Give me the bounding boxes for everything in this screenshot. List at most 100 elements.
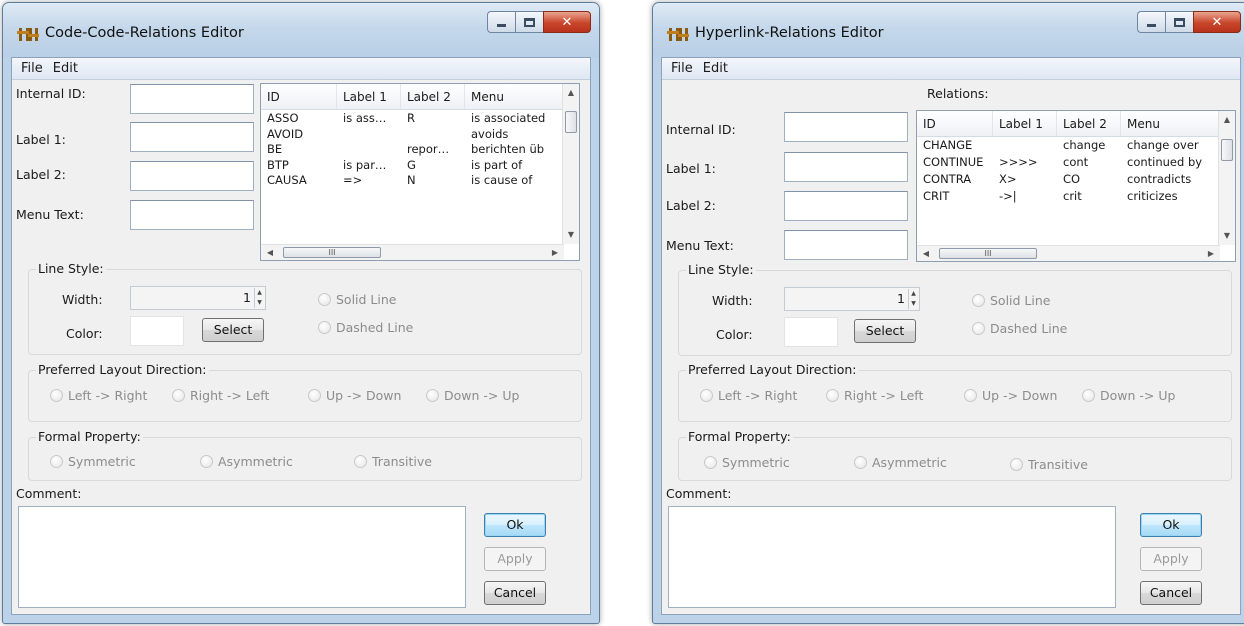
column-header-id[interactable]: ID — [261, 84, 337, 109]
width-spinner[interactable]: 1 ▲ ▼ — [784, 287, 920, 311]
table-row[interactable]: CONTINUE >>>> cont continued by — [917, 155, 1220, 172]
spin-up-icon[interactable]: ▲ — [255, 288, 264, 298]
left-right-radio[interactable]: Left -> Right — [700, 388, 797, 403]
table-row[interactable]: CONTRA X> CO contradicts — [917, 172, 1220, 189]
relations-table[interactable]: ID Label 1 Label 2 Menu CHANGE change ch… — [916, 110, 1236, 262]
layout-direction-title: Preferred Layout Direction: — [686, 362, 859, 377]
spin-down-icon[interactable]: ▼ — [909, 299, 918, 309]
label2-label: Label 2: — [16, 167, 66, 182]
symmetric-radio[interactable]: Symmetric — [704, 455, 790, 470]
color-swatch[interactable] — [130, 316, 184, 346]
scroll-down-icon[interactable]: ▼ — [1219, 228, 1235, 244]
column-header-id[interactable]: ID — [917, 111, 993, 136]
comment-textarea[interactable] — [18, 506, 466, 608]
horizontal-scrollbar[interactable]: ◀ III ▶ — [261, 244, 564, 260]
transitive-radio[interactable]: Transitive — [1010, 457, 1088, 472]
vertical-scrollbar[interactable]: ▲ ▼ — [1218, 111, 1235, 245]
symmetric-radio[interactable]: Symmetric — [50, 454, 136, 469]
right-left-label: Right -> Left — [844, 388, 924, 403]
horizontal-scrollbar[interactable]: ◀ III ▶ — [917, 245, 1220, 261]
column-header-label1[interactable]: Label 1 — [337, 84, 401, 109]
vertical-scroll-thumb[interactable] — [1221, 139, 1233, 161]
line-style-group — [678, 270, 1232, 356]
table-row[interactable]: BTP is par… G is part of — [261, 158, 564, 174]
menu-file[interactable]: File — [16, 61, 48, 76]
maximize-button[interactable] — [1165, 11, 1193, 33]
ok-button[interactable]: Ok — [484, 513, 546, 537]
maximize-button[interactable] — [515, 11, 543, 33]
select-color-button[interactable]: Select — [854, 319, 916, 343]
label2-field[interactable] — [784, 191, 908, 221]
asymmetric-radio[interactable]: Asymmetric — [200, 454, 293, 469]
column-header-label1[interactable]: Label 1 — [993, 111, 1057, 136]
apply-button[interactable]: Apply — [484, 547, 546, 571]
table-row[interactable]: CHANGE change change over — [917, 138, 1220, 155]
transitive-radio[interactable]: Transitive — [354, 454, 432, 469]
minimize-button[interactable] — [1137, 11, 1165, 33]
column-header-menu[interactable]: Menu — [1121, 111, 1220, 136]
table-row[interactable]: CAUSA => N is cause of — [261, 173, 564, 189]
right-left-radio[interactable]: Right -> Left — [172, 388, 269, 403]
table-row[interactable]: CRIT ->| crit criticizes — [917, 189, 1220, 206]
scroll-right-icon[interactable]: ▶ — [547, 245, 563, 260]
scroll-left-icon[interactable]: ◀ — [262, 245, 278, 260]
dashed-line-radio[interactable]: Dashed Line — [318, 320, 413, 335]
solid-line-radio[interactable]: Solid Line — [972, 293, 1051, 308]
label2-field[interactable] — [130, 161, 254, 191]
asymmetric-radio[interactable]: Asymmetric — [854, 455, 947, 470]
cancel-button[interactable]: Cancel — [484, 581, 546, 605]
comment-textarea[interactable] — [668, 506, 1116, 608]
column-header-menu[interactable]: Menu — [465, 84, 564, 109]
vertical-scroll-thumb[interactable] — [565, 111, 577, 133]
select-color-button[interactable]: Select — [202, 318, 264, 342]
column-header-label2[interactable]: Label 2 — [401, 84, 465, 109]
scroll-down-icon[interactable]: ▼ — [563, 227, 579, 243]
cancel-button[interactable]: Cancel — [1140, 581, 1202, 605]
column-header-label2[interactable]: Label 2 — [1057, 111, 1121, 136]
menu-text-field[interactable] — [784, 230, 908, 260]
label1-field[interactable] — [784, 152, 908, 182]
horizontal-scroll-thumb[interactable]: III — [283, 247, 381, 258]
table-row[interactable]: BE repor… berichten üb — [261, 142, 564, 158]
close-button[interactable]: ✕ — [1193, 11, 1241, 33]
scroll-left-icon[interactable]: ◀ — [918, 246, 934, 261]
minimize-button[interactable] — [487, 11, 515, 33]
table-row[interactable]: AVOID avoids — [261, 127, 564, 143]
internal-id-field[interactable] — [130, 84, 254, 114]
solid-line-radio[interactable]: Solid Line — [318, 292, 397, 307]
spinner-arrows[interactable]: ▲ ▼ — [908, 289, 918, 309]
internal-id-field[interactable] — [784, 112, 908, 142]
horizontal-scroll-thumb[interactable]: III — [939, 248, 1037, 259]
spin-down-icon[interactable]: ▼ — [255, 298, 264, 308]
title-bar[interactable]: Code-Code-Relations Editor ✕ — [3, 3, 599, 57]
up-down-radio[interactable]: Up -> Down — [964, 388, 1057, 403]
table-row[interactable]: ASSO is ass… R is associated — [261, 111, 564, 127]
right-left-radio[interactable]: Right -> Left — [826, 388, 923, 403]
cell-label1: is ass… — [343, 111, 387, 125]
menu-edit[interactable]: Edit — [48, 61, 83, 76]
menu-edit[interactable]: Edit — [698, 61, 733, 76]
ok-button[interactable]: Ok — [1140, 513, 1202, 537]
color-swatch[interactable] — [784, 317, 838, 347]
up-down-radio[interactable]: Up -> Down — [308, 388, 401, 403]
spin-up-icon[interactable]: ▲ — [909, 289, 918, 299]
scroll-up-icon[interactable]: ▲ — [1219, 112, 1235, 128]
title-bar[interactable]: Hyperlink-Relations Editor ✕ — [653, 3, 1244, 57]
vertical-scrollbar[interactable]: ▲ ▼ — [562, 84, 579, 244]
scroll-up-icon[interactable]: ▲ — [563, 85, 579, 101]
spinner-arrows[interactable]: ▲ ▼ — [254, 288, 264, 308]
relations-table[interactable]: ID Label 1 Label 2 Menu ASSO is ass… R i… — [260, 83, 580, 261]
down-up-radio[interactable]: Down -> Up — [426, 388, 519, 403]
apply-button[interactable]: Apply — [1140, 547, 1202, 571]
close-button[interactable]: ✕ — [543, 11, 591, 33]
menu-file[interactable]: File — [666, 61, 698, 76]
symmetric-label: Symmetric — [722, 455, 790, 470]
menu-text-field[interactable] — [130, 200, 254, 230]
cell-id: BTP — [267, 157, 289, 172]
width-spinner[interactable]: 1 ▲ ▼ — [130, 286, 266, 310]
dashed-line-radio[interactable]: Dashed Line — [972, 321, 1067, 336]
left-right-radio[interactable]: Left -> Right — [50, 388, 147, 403]
scroll-right-icon[interactable]: ▶ — [1203, 246, 1219, 261]
down-up-radio[interactable]: Down -> Up — [1082, 388, 1175, 403]
label1-field[interactable] — [130, 122, 254, 152]
